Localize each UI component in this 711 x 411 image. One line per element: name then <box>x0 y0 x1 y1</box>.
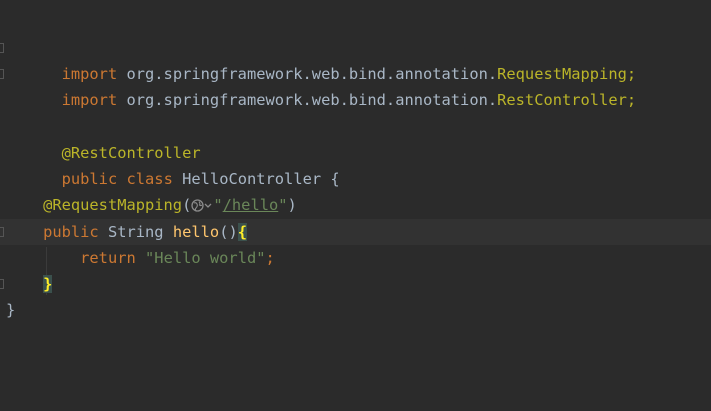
keyword: import <box>61 91 118 109</box>
keyword: class <box>126 170 173 188</box>
code-line-class-declaration[interactable]: public class HelloController { <box>0 140 711 188</box>
endpoint-path-link[interactable]: /hello <box>223 196 279 214</box>
code-line-import-rest-controller[interactable]: import org.springframework.web.bind.anno… <box>0 61 711 109</box>
imported-class: RestController; <box>497 91 637 109</box>
code-line-method-close[interactable]: } <box>0 271 711 297</box>
package-name: org.springframework.web.bind.annotation. <box>117 91 498 109</box>
semicolon: ; <box>265 249 275 267</box>
parens: () <box>219 223 238 241</box>
code-line-import-request-mapping[interactable]: import org.springframework.web.bind.anno… <box>0 35 711 83</box>
string-literal: "Hello world" <box>145 249 266 267</box>
paren: ) <box>287 196 297 214</box>
chevron-down-icon[interactable] <box>204 199 212 212</box>
brace: } <box>6 301 16 319</box>
class-name: HelloController <box>182 170 322 188</box>
code-line-class-close[interactable]: } <box>0 297 711 323</box>
method-name: hello <box>172 223 220 241</box>
annotation: @RequestMapping <box>43 196 183 214</box>
matched-brace: { <box>237 223 248 241</box>
code-line-return[interactable]: return "Hello world"; <box>0 245 711 271</box>
code-line-method-declaration[interactable]: public String hello(){ <box>0 219 711 245</box>
string-quote: " <box>213 196 223 214</box>
keyword: public <box>61 170 118 188</box>
matched-brace: } <box>43 275 53 293</box>
keyword: return <box>80 249 136 267</box>
paren: ( <box>182 196 192 214</box>
fold-marker-icon[interactable] <box>0 43 4 53</box>
fold-marker-icon[interactable] <box>0 69 4 79</box>
globe-icon[interactable] <box>191 199 205 212</box>
code-line-rest-controller-annotation[interactable]: @RestController <box>0 114 711 162</box>
type-name: String <box>107 223 164 241</box>
fold-marker-icon[interactable] <box>0 227 4 237</box>
brace: { <box>330 170 340 188</box>
code-editor[interactable]: import org.springframework.web.bind.anno… <box>0 0 711 411</box>
fold-marker-icon[interactable] <box>0 279 4 289</box>
code-line-request-mapping[interactable]: @RequestMapping( "/hello") <box>0 192 711 218</box>
keyword: public <box>43 223 99 241</box>
string-quote: " <box>278 196 288 214</box>
